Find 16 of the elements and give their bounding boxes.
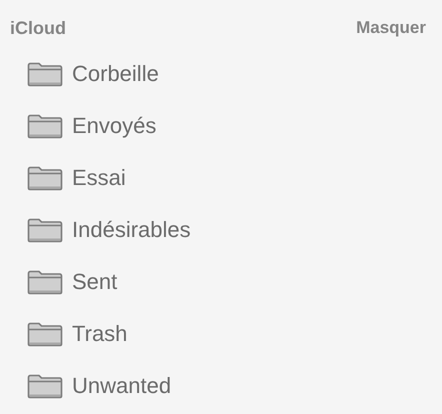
folder-item[interactable]: Essai — [72, 165, 126, 191]
folder-icon — [27, 218, 63, 242]
folder-item[interactable]: Envoyés — [72, 113, 156, 139]
folder-icon — [27, 270, 63, 294]
folder-icon — [27, 166, 63, 190]
folder-item[interactable]: Trash — [72, 321, 128, 347]
folder-icon — [27, 322, 63, 346]
folder-item[interactable]: Unwanted — [72, 373, 172, 399]
folder-icon — [27, 374, 63, 398]
section-title: iCloud — [10, 18, 66, 38]
folder-icon — [27, 114, 63, 138]
folder-item[interactable]: Sent — [72, 269, 118, 295]
folder-item[interactable]: Indésirables — [72, 217, 191, 243]
folder-icon — [27, 62, 63, 86]
folder-item[interactable]: Corbeille — [72, 61, 159, 87]
hide-button[interactable]: Masquer — [356, 18, 426, 38]
